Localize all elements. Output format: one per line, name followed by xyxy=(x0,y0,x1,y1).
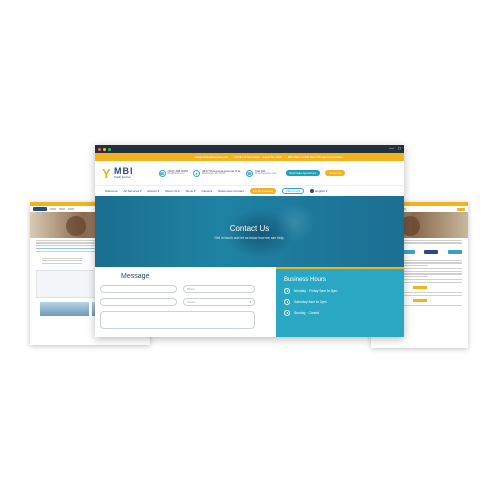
mockup-partner-logo xyxy=(447,249,462,254)
contact-form: Message Phone Service ▾ xyxy=(95,267,276,337)
mockup-divider xyxy=(412,286,427,289)
clock-icon xyxy=(284,288,290,294)
mockup-stage: — □ info@mbihealthservices.com COVID-19 … xyxy=(0,0,500,500)
topbar-announcement-2[interactable]: MBI Offers COVID Drive Through Immunizat… xyxy=(288,156,343,159)
logo-text: MBI Health Services xyxy=(114,166,134,180)
minimize-icon[interactable]: — xyxy=(389,146,394,152)
header-phone[interactable]: ☎ (202) 388-0002 info@mbihs.com xyxy=(158,169,188,177)
book-appointment-button[interactable]: Book Intake Appointment xyxy=(285,170,321,176)
page-subtitle: Get in touch and let us know how we can … xyxy=(214,235,285,240)
hero-banner: Contact Us Get in touch and let us know … xyxy=(95,196,404,267)
logo-mark-icon: Y xyxy=(102,166,111,181)
close-window-button[interactable] xyxy=(98,147,101,151)
form-row: Phone xyxy=(100,285,270,293)
phone-icon: ☎ xyxy=(158,169,166,177)
message-textarea[interactable] xyxy=(100,311,255,329)
header-crisis-line[interactable]: ☎ Call 911 Crisis Response Line xyxy=(245,169,277,177)
topbar-announcement[interactable]: COVID-19 Vaccination · August 5th, 2022 xyxy=(234,156,282,159)
window-titlebar: — □ xyxy=(95,145,404,153)
header-address[interactable]: ● 4817 Minnesota Avenue N.E. Washington … xyxy=(193,169,241,177)
call-icon: ☎ xyxy=(245,169,253,177)
nav-about-us[interactable]: About Us ▾ xyxy=(165,189,180,193)
service-select-label: Service xyxy=(187,300,196,304)
mockup-text-line xyxy=(42,257,82,259)
business-hours-panel: Business Hours Monday - Friday 9am to 5p… xyxy=(276,267,404,337)
mockup-logo xyxy=(33,207,47,211)
service-select[interactable]: Service ▾ xyxy=(183,298,255,306)
globe-icon xyxy=(310,189,315,193)
site-topbar: info@mbihealthservices.com COVID-19 Vacc… xyxy=(95,153,404,161)
nav-resources-contact[interactable]: Resources Contact xyxy=(218,189,244,193)
nav-menu[interactable]: Menu ▾ xyxy=(186,189,196,193)
page-title: Contact Us xyxy=(229,223,270,233)
mockup-nav-item xyxy=(59,208,65,210)
site-logo[interactable]: Y MBI Health Services xyxy=(101,166,134,181)
hours-text: Saturday 9am to 2pm xyxy=(294,300,327,304)
mockup-text-line xyxy=(42,260,82,262)
hours-title: Business Hours xyxy=(284,277,327,283)
language-selector[interactable]: English ▾ xyxy=(310,189,327,193)
window-icon[interactable]: □ xyxy=(398,146,401,152)
form-heading: Message xyxy=(121,273,150,280)
phone-email: info@mbihs.com xyxy=(167,173,185,176)
hours-row: Saturday 9am to 2pm xyxy=(284,299,396,305)
browser-window: — □ info@mbihealthservices.com COVID-19 … xyxy=(95,145,404,337)
logo-name: MBI xyxy=(114,166,134,176)
phone-field[interactable]: Phone xyxy=(183,285,255,293)
titlebar-icons: — □ xyxy=(389,146,401,152)
name-field[interactable] xyxy=(100,285,177,293)
mockup-column xyxy=(36,256,88,266)
nav-careers[interactable]: Careers xyxy=(202,189,213,193)
contact-section: Message Phone Service ▾ Business Hours M… xyxy=(95,267,404,337)
clock-icon xyxy=(284,299,290,305)
topbar-email[interactable]: info@mbihealthservices.com xyxy=(195,156,228,159)
mockup-partner-logo xyxy=(424,249,439,254)
mockup-card xyxy=(40,301,89,316)
hours-text: Sunday - Closed xyxy=(294,311,320,315)
pay-button[interactable]: Pay By Insurance xyxy=(249,188,277,194)
mockup-button xyxy=(457,207,465,211)
minimize-window-button[interactable] xyxy=(103,147,106,151)
chevron-down-icon: ▾ xyxy=(249,300,251,304)
mockup-text-line xyxy=(42,263,82,265)
location-pin-icon: ● xyxy=(193,169,201,177)
language-label: English ▾ xyxy=(315,189,328,193)
hours-row: Monday - Friday 9am to 5pm xyxy=(284,288,396,294)
mockup-divider xyxy=(412,298,427,302)
nav-events[interactable]: Events ▾ xyxy=(147,189,159,193)
nav-all-services[interactable]: All Services ▾ xyxy=(123,189,141,193)
logo-subtitle: Health Services xyxy=(114,176,131,179)
nav-welcome[interactable]: Welcome xyxy=(105,189,117,193)
email-field[interactable] xyxy=(100,298,177,306)
crisis-label: Crisis Response Line xyxy=(254,173,277,176)
hours-text: Monday - Friday 9am to 5pm xyxy=(294,289,338,293)
client-portal-button[interactable]: Client Portal xyxy=(282,188,305,194)
contact-us-button[interactable]: Contact Us xyxy=(325,170,345,176)
main-nav: Welcome All Services ▾ Events ▾ About Us… xyxy=(95,185,404,196)
mockup-nav-item xyxy=(50,208,56,210)
site-header: Y MBI Health Services ☎ (202) 388-0002 i… xyxy=(95,161,404,185)
maximize-window-button[interactable] xyxy=(108,147,111,151)
mockup-nav-item xyxy=(68,208,74,210)
address-city: Washington DC 20019 xyxy=(202,173,226,176)
hours-row: Sunday - Closed xyxy=(284,310,396,316)
form-row: Service ▾ xyxy=(100,298,270,306)
clock-icon xyxy=(284,310,290,316)
